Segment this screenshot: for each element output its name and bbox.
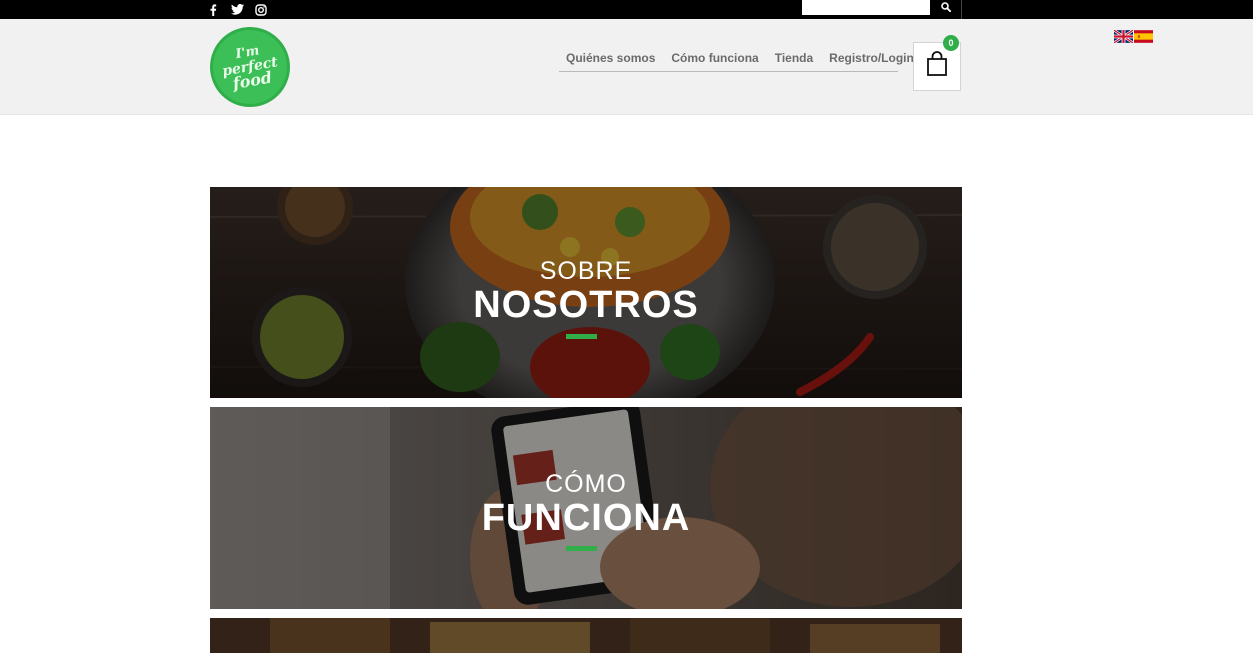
language-switcher [1114,30,1153,43]
top-bar [0,0,1253,19]
store-background-image [210,618,962,653]
accent-underline [566,334,597,339]
search-button[interactable] [930,0,961,15]
shopping-bag-icon [926,51,948,82]
nav-item-registro-login[interactable]: Registro/Login [829,51,914,65]
cart-count-badge: 0 [943,35,959,51]
banner-como-funciona[interactable]: CÓMO FUNCIONA [210,407,962,609]
site-logo[interactable]: I'm perfect food [210,27,290,107]
banner-tienda[interactable] [210,618,962,653]
search-form [802,0,961,15]
banner-title: SOBRE NOSOTROS [210,257,962,325]
topbar-divider [961,0,962,19]
banner-heading: NOSOTROS [473,284,699,326]
banner-subtitle: CÓMO [545,470,627,498]
facebook-icon[interactable] [206,3,220,17]
nav-item-tienda[interactable]: Tienda [775,51,813,65]
main-nav: Quiénes somos Cómo funciona Tienda Regis… [559,44,914,72]
search-icon [940,0,951,15]
instagram-icon[interactable] [254,3,268,17]
logo-text: I'm perfect food [219,41,281,93]
banner-title: CÓMO FUNCIONA [210,470,962,538]
site-header: I'm perfect food Quiénes somos Cómo func… [0,19,1253,115]
nav-item-como-funciona[interactable]: Cómo funciona [671,51,758,65]
banner-sobre-nosotros[interactable]: SOBRE NOSOTROS [210,187,962,398]
banner-heading: FUNCIONA [481,497,691,539]
spain-flag-icon[interactable] [1134,30,1153,43]
logo-badge: I'm perfect food [213,30,287,104]
social-links [206,0,268,19]
search-input[interactable] [802,0,930,15]
nav-item-quienes-somos[interactable]: Quiénes somos [566,51,655,65]
uk-flag-icon[interactable] [1114,30,1133,43]
accent-underline [566,546,597,551]
twitter-icon[interactable] [230,3,244,17]
banner-subtitle: SOBRE [539,257,633,285]
cart-button[interactable]: 0 [913,35,961,91]
